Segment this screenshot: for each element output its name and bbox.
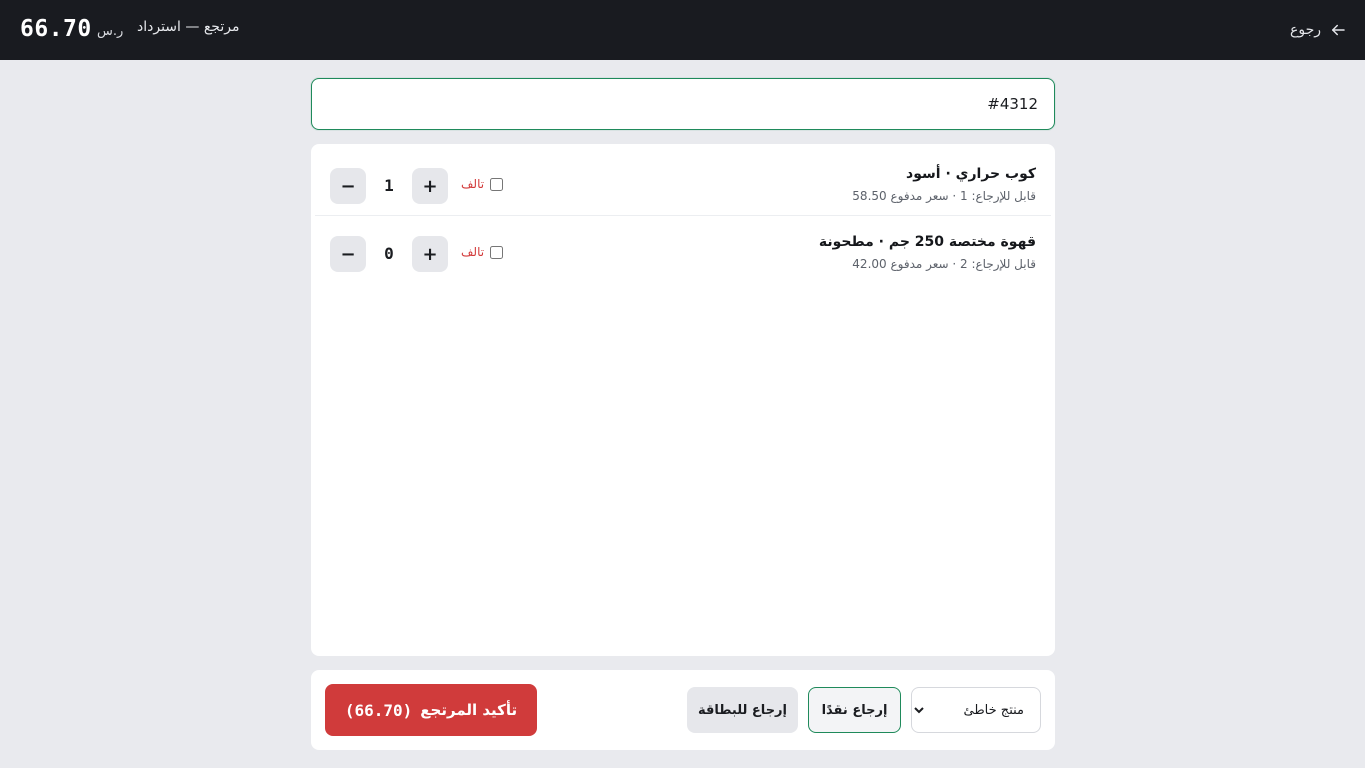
back-button[interactable]: رجوع xyxy=(1290,18,1347,42)
confirm-return-button[interactable]: تأكيد المرتجع (66.70) xyxy=(325,684,537,736)
arrow-right-icon xyxy=(1332,24,1345,36)
qty-decrease-button[interactable]: − xyxy=(330,168,366,204)
refund-card-button[interactable]: إرجاع للبطاقة xyxy=(687,687,798,733)
item-name: قهوة مختصة 250 جم · مطحونة xyxy=(818,234,1036,250)
qty-decrease-button[interactable]: − xyxy=(330,236,366,272)
currency-label: ر.س xyxy=(97,24,124,39)
refund-total: 66.70 xyxy=(20,16,92,42)
back-label: رجوع xyxy=(1289,22,1321,38)
damaged-toggle[interactable]: تالف xyxy=(461,177,504,191)
qty-value: 1 xyxy=(384,176,394,195)
page-title: مرتجع — استرداد xyxy=(137,19,240,35)
receipt-number-input[interactable] xyxy=(311,78,1055,130)
return-reason-select[interactable]: منتج خاطئ xyxy=(911,687,1041,733)
confirm-amount: (66.70) xyxy=(344,700,413,720)
damaged-toggle[interactable]: تالف xyxy=(461,245,504,259)
qty-increase-button[interactable]: + xyxy=(412,236,448,272)
item-name: كوب حراري · أسود xyxy=(906,166,1036,182)
action-bar: منتج خاطئ إرجاع نقدًا إرجاع للبطاقة تأكي… xyxy=(311,670,1055,750)
qty-increase-button[interactable]: + xyxy=(412,168,448,204)
damaged-label: تالف xyxy=(461,177,485,191)
damaged-label: تالف xyxy=(461,245,485,259)
top-bar: رجوع مرتجع — استرداد ر.س 66.70 xyxy=(0,0,1365,60)
refund-cash-button[interactable]: إرجاع نقدًا xyxy=(808,687,901,733)
confirm-label: تأكيد المرتجع xyxy=(420,701,518,719)
damaged-checkbox[interactable] xyxy=(490,245,504,259)
list-item: قهوة مختصة 250 جم · مطحونة قابل للإرجاع:… xyxy=(315,216,1051,284)
item-meta: قابل للإرجاع: 1 · سعر مدفوع 58.50 xyxy=(852,189,1036,203)
list-item: كوب حراري · أسود قابل للإرجاع: 1 · سعر م… xyxy=(315,148,1051,216)
item-meta: قابل للإرجاع: 2 · سعر مدفوع 42.00 xyxy=(852,257,1036,271)
qty-value: 0 xyxy=(384,244,394,263)
damaged-checkbox[interactable] xyxy=(490,177,504,191)
return-items-panel: كوب حراري · أسود قابل للإرجاع: 1 · سعر م… xyxy=(311,144,1055,656)
